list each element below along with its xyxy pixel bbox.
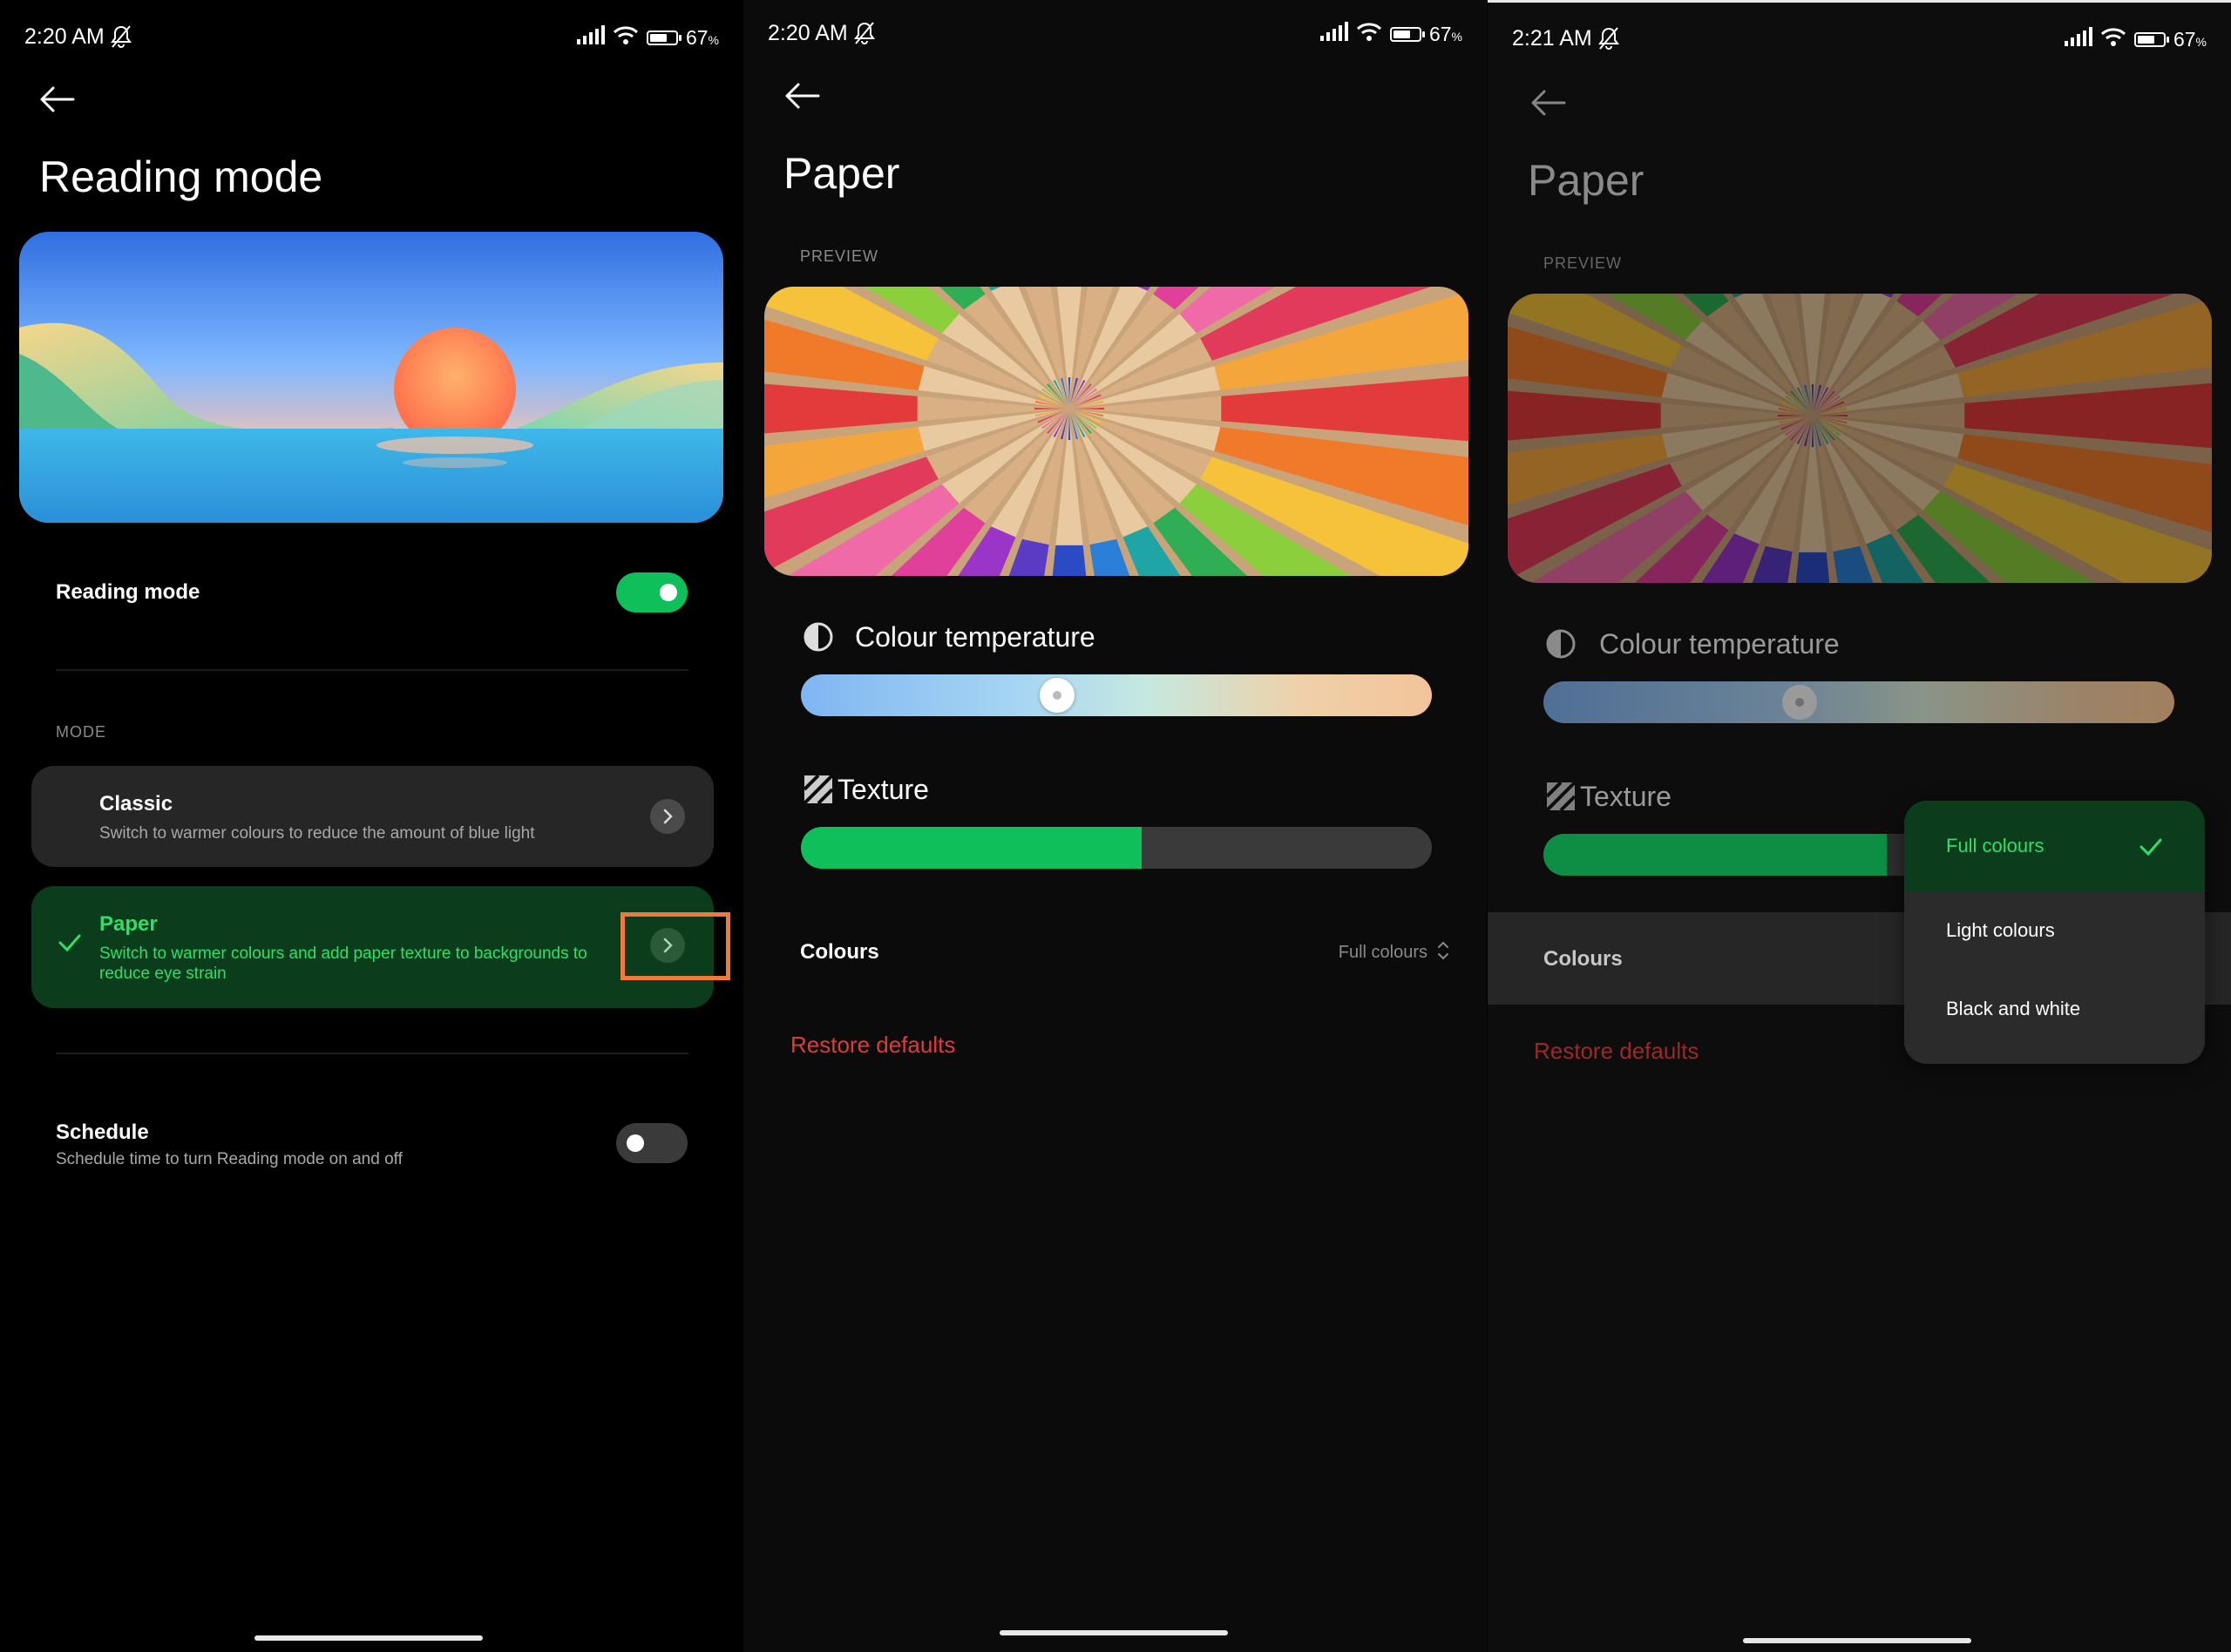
silent-bell-icon: [110, 24, 132, 53]
back-arrow-icon[interactable]: [1529, 89, 1566, 121]
menu-option-label: Full colours: [1946, 835, 2045, 856]
menu-option-black-and-white[interactable]: Black and white: [1904, 970, 2205, 1048]
status-icons: 67%: [576, 24, 719, 51]
preview-image: [1508, 294, 2212, 583]
restore-defaults-button[interactable]: Restore defaults: [1534, 1038, 1699, 1065]
silent-bell-icon: [853, 21, 876, 50]
back-arrow-icon[interactable]: [783, 82, 820, 114]
wifi-icon: [2100, 26, 2126, 52]
status-icons: 67%: [2064, 26, 2207, 52]
mode-title: Classic: [99, 792, 173, 816]
slider-thumb[interactable]: [1039, 678, 1075, 713]
texture-icon: [1545, 781, 1577, 816]
silent-bell-icon: [1597, 26, 1620, 55]
colour-temperature-label: Colour temperature: [855, 621, 1095, 653]
paper-settings-screen: 2:20 AM 67% Paper PREVIEW Colour tempera…: [743, 0, 1487, 1652]
menu-option-label: Light colours: [1946, 919, 2055, 941]
chevron-updown-icon: [1436, 939, 1450, 966]
texture-label: Texture: [837, 774, 929, 805]
signal-icon: [576, 25, 605, 50]
check-icon: [58, 933, 82, 957]
schedule-toggle[interactable]: [616, 1123, 688, 1163]
battery-level: 67%: [685, 25, 719, 49]
divider: [56, 669, 688, 671]
reading-mode-label: Reading mode: [56, 580, 200, 604]
texture-slider[interactable]: [801, 827, 1432, 869]
status-time: 2:20 AM: [768, 21, 848, 45]
reading-mode-illustration: [19, 232, 723, 523]
reading-mode-toggle[interactable]: [616, 572, 688, 613]
schedule-label: Schedule: [56, 1121, 149, 1144]
battery-level: 67%: [1428, 22, 1462, 45]
status-time: 2:20 AM: [24, 24, 105, 49]
colours-value: Full colours: [1338, 943, 1427, 962]
mode-title: Paper: [99, 912, 158, 936]
restore-defaults-button[interactable]: Restore defaults: [790, 1032, 955, 1059]
colour-temperature-slider[interactable]: [801, 674, 1432, 716]
reading-mode-screen: 2:20 AM 67% Reading mode Reading mode MO…: [0, 0, 743, 1652]
mode-option-paper[interactable]: Paper Switch to warmer colours and add p…: [31, 886, 714, 1008]
preview-label: PREVIEW: [800, 247, 879, 265]
preview-label: PREVIEW: [1543, 254, 1623, 272]
menu-option-label: Black and white: [1946, 998, 2081, 1019]
battery-icon: [2133, 31, 2169, 47]
signal-icon: [2064, 27, 2092, 51]
battery-icon: [646, 30, 682, 45]
mode-option-classic[interactable]: Classic Switch to warmer colours to redu…: [31, 766, 714, 867]
paper-settings-screen-menu: 2:21 AM 67% Paper PREVIEW Colour tempera…: [1488, 0, 2231, 1652]
back-arrow-icon[interactable]: [38, 85, 75, 118]
home-indicator[interactable]: [1743, 1638, 1971, 1643]
colours-label: Colours: [800, 940, 879, 964]
colour-temperature-label: Colour temperature: [1599, 628, 1840, 660]
mode-subtitle: Switch to warmer colours to reduce the a…: [99, 824, 535, 843]
page-title: Reading mode: [39, 152, 323, 201]
texture-label: Texture: [1580, 781, 1672, 812]
home-indicator[interactable]: [1000, 1630, 1228, 1635]
home-indicator[interactable]: [254, 1635, 483, 1641]
schedule-subtitle: Schedule time to turn Reading mode on an…: [56, 1150, 403, 1168]
signal-icon: [1319, 22, 1348, 46]
texture-icon: [803, 774, 834, 809]
page-title: Paper: [783, 149, 900, 198]
wifi-icon: [613, 24, 639, 51]
contrast-icon: [803, 621, 834, 657]
page-title: Paper: [1528, 156, 1644, 205]
colours-label: Colours: [1543, 947, 1623, 971]
status-icons: 67%: [1319, 21, 1462, 47]
chevron-right-icon[interactable]: [650, 799, 685, 834]
menu-option-light-colours[interactable]: Light colours: [1904, 891, 2205, 970]
battery-level: 67%: [2173, 27, 2207, 51]
slider-thumb[interactable]: [1781, 685, 1817, 720]
highlight-box: [620, 912, 730, 980]
colours-dropdown-menu: Full colours Light colours Black and whi…: [1904, 801, 2205, 1064]
colour-temperature-slider[interactable]: [1543, 681, 2174, 723]
menu-option-full-colours[interactable]: Full colours: [1904, 801, 2205, 891]
divider: [56, 1053, 688, 1054]
contrast-icon: [1545, 628, 1577, 664]
wifi-icon: [1356, 21, 1382, 47]
status-time: 2:21 AM: [1512, 26, 1592, 51]
check-icon: [2139, 837, 2163, 862]
preview-image: [764, 287, 1468, 576]
mode-subtitle: Switch to warmer colours and add paper t…: [99, 944, 587, 983]
mode-section-label: MODE: [56, 723, 106, 741]
top-edge: [1488, 0, 2231, 3]
battery-icon: [1389, 26, 1425, 42]
colours-dropdown[interactable]: Full colours: [1339, 939, 1450, 966]
